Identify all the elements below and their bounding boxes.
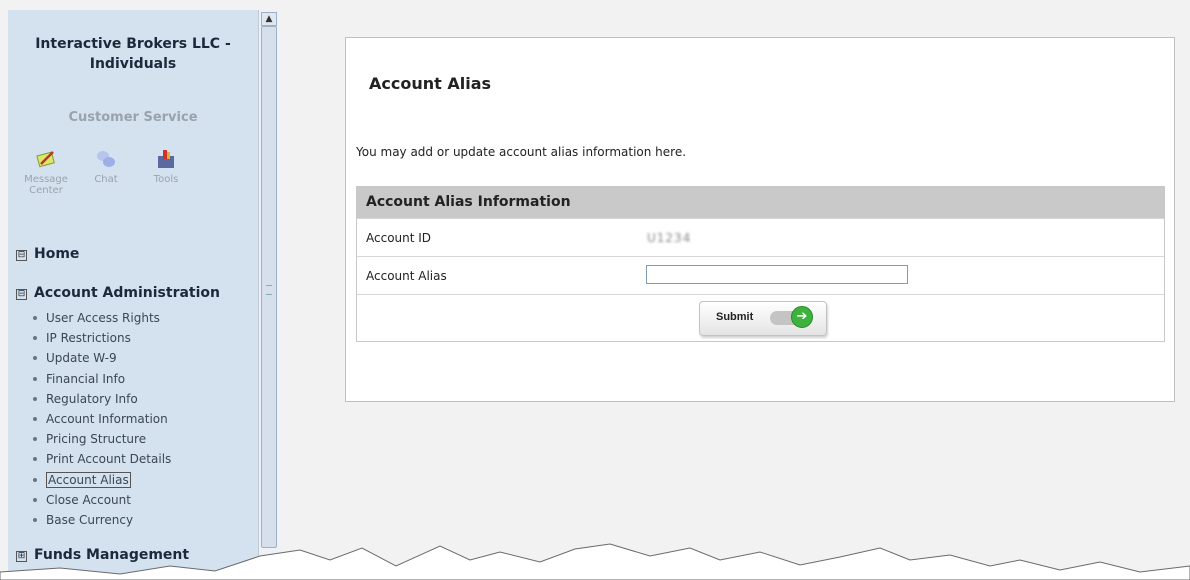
sidebar-item-label[interactable]: IP Restrictions (46, 331, 131, 345)
nav-home[interactable]: ⊟ Home (16, 246, 79, 262)
sidebar-item-update-w9[interactable]: Update W-9 (8, 348, 258, 368)
sidebar-item-label[interactable]: Financial Info (46, 372, 125, 386)
customer-service-heading: Customer Service (68, 110, 198, 125)
sidebar-item-ip-restrictions[interactable]: IP Restrictions (8, 328, 258, 348)
sidebar-item-close-account[interactable]: Close Account (8, 490, 258, 510)
nav-funds-management[interactable]: ⊞ Funds Management (16, 547, 189, 563)
nav-account-administration[interactable]: ⊟ Account Administration (16, 285, 220, 301)
sidebar-item-label[interactable]: Pricing Structure (46, 432, 146, 446)
table-row-submit: Submit ➔ (357, 294, 1164, 341)
sidebar-item-financial-info[interactable]: Financial Info (8, 369, 258, 389)
sidebar-item-account-alias[interactable]: Account Alias (8, 470, 258, 490)
bullet-icon (33, 396, 37, 401)
tools-button[interactable]: Tools (136, 148, 196, 185)
account-id-label: Account ID (366, 231, 432, 245)
table-row-account-alias: Account Alias (357, 256, 1164, 294)
grip-icon (266, 285, 272, 295)
account-alias-input[interactable] (646, 265, 908, 284)
sidebar-item-print-account-details[interactable]: Print Account Details (8, 449, 258, 469)
account-id-value: U1234 (647, 231, 692, 245)
bullet-icon (33, 316, 37, 320)
expand-icon[interactable]: ⊞ (16, 551, 27, 562)
message-center-label: Message (24, 174, 68, 185)
bullet-icon (33, 356, 37, 361)
bullet-icon (33, 517, 37, 522)
sidebar: Interactive Brokers LLC - Individuals Cu… (8, 10, 259, 580)
sidebar-item-label[interactable]: Account Alias (46, 471, 131, 488)
bullet-icon (33, 376, 37, 381)
page-description: You may add or update account alias info… (356, 145, 687, 159)
sidebar-item-label[interactable]: Print Account Details (46, 452, 171, 466)
account-alias-table: Account Alias Information Account ID U12… (356, 186, 1165, 342)
bullet-icon (33, 477, 37, 482)
chat-label: Chat (94, 174, 118, 185)
tools-label: Tools (153, 174, 179, 185)
bullet-icon (33, 437, 37, 442)
tools-icon (155, 148, 177, 170)
nav-home-label: Home (34, 246, 80, 262)
collapse-icon[interactable]: ⊟ (16, 250, 27, 261)
nav-account-administration-label: Account Administration (34, 285, 221, 301)
org-name: Interactive Brokers LLC - Individuals (8, 34, 258, 74)
table-header: Account Alias Information (357, 187, 1164, 218)
message-center-button[interactable]: Message Center (16, 148, 76, 196)
message-center-label-line2: Center (29, 185, 63, 196)
sidebar-item-account-information[interactable]: Account Information (8, 409, 258, 429)
message-center-icon (35, 148, 57, 170)
arrow-right-icon: ➔ (791, 306, 813, 328)
sidebar-item-base-currency[interactable]: Base Currency (8, 510, 258, 530)
sidebar-item-label[interactable]: Regulatory Info (46, 392, 138, 406)
table-row-account-id: Account ID U1234 (357, 218, 1164, 256)
sidebar-item-label[interactable]: Base Currency (46, 513, 133, 527)
submit-button[interactable]: Submit ➔ (699, 301, 827, 336)
bullet-icon (33, 416, 37, 421)
sidebar-item-label[interactable]: Close Account (46, 493, 131, 507)
sidebar-scrollbar[interactable]: ▲ (258, 10, 279, 580)
nav-funds-management-label: Funds Management (34, 547, 190, 563)
bullet-icon (33, 457, 37, 462)
chat-icon (95, 148, 117, 170)
org-name-line2: Individuals (89, 56, 177, 72)
page-frame: Interactive Brokers LLC - Individuals Cu… (0, 0, 1190, 580)
submit-label: Submit (716, 311, 754, 323)
sidebar-item-pricing-structure[interactable]: Pricing Structure (8, 429, 258, 449)
sidebar-item-regulatory-info[interactable]: Regulatory Info (8, 389, 258, 409)
org-name-line1: Interactive Brokers LLC - (35, 36, 231, 52)
sidebar-item-label[interactable]: Account Information (46, 412, 168, 426)
page-title: Account Alias (369, 74, 492, 93)
sidebar-item-user-access-rights[interactable]: User Access Rights (8, 308, 258, 328)
chat-button[interactable]: Chat (76, 148, 136, 185)
collapse-icon[interactable]: ⊟ (16, 289, 27, 300)
scroll-up-icon[interactable]: ▲ (261, 12, 277, 26)
scroll-thumb[interactable] (261, 26, 277, 548)
account-admin-submenu: User Access Rights IP Restrictions Updat… (8, 308, 258, 530)
sidebar-item-label[interactable]: Update W-9 (46, 351, 117, 365)
bullet-icon (33, 497, 37, 502)
bullet-icon (33, 336, 37, 341)
main-panel: Account Alias You may add or update acco… (345, 37, 1175, 402)
sidebar-item-label[interactable]: User Access Rights (46, 311, 160, 325)
account-alias-label: Account Alias (366, 269, 447, 283)
